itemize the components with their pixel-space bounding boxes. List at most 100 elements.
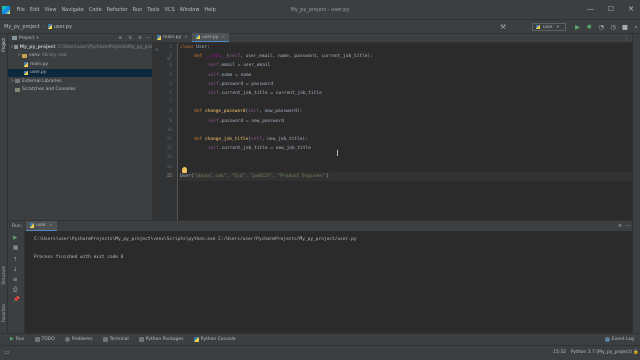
collapse-all-icon[interactable]: ⇅ (128, 36, 132, 41)
packages-icon (138, 337, 144, 342)
python-file-icon (24, 70, 28, 75)
line-number: 12 (166, 146, 172, 152)
bottom-tool-bar: ▶ Run TODO Problems Terminal Python Packa… (0, 333, 640, 345)
line-number: 9 (169, 118, 172, 124)
tree-item-external-libraries[interactable]: > External Libraries (8, 77, 152, 86)
profile-icon[interactable]: ◷ (610, 22, 616, 32)
menu-window[interactable]: Window (177, 7, 202, 13)
line-number: 10 (166, 127, 172, 133)
fold-icon[interactable]: ⊟ (167, 56, 170, 61)
python-file-icon (157, 35, 161, 40)
line-number: 5 (169, 81, 172, 87)
tool-python-console[interactable]: Python Console (193, 337, 236, 342)
python-file-icon (24, 62, 28, 67)
line-number: 7 (169, 100, 172, 106)
gear-icon[interactable]: ⚙ (138, 36, 142, 41)
project-panel-title[interactable]: Project (19, 36, 34, 41)
debug-icon[interactable]: ✹ (587, 22, 592, 32)
tool-event-log[interactable]: Event Log (604, 337, 634, 342)
menu-file[interactable]: File (14, 7, 27, 13)
run-icon[interactable]: ▶ (575, 22, 580, 32)
console-line: C:\Users\user\PycharmProjects\My_py_proj… (34, 237, 357, 242)
menu-edit[interactable]: Edit (27, 7, 42, 13)
close-tab-icon[interactable]: × (49, 223, 53, 228)
stop-icon[interactable]: ■ (622, 22, 628, 32)
tool-python-packages[interactable]: Python Packages (138, 337, 184, 342)
python-file-icon (195, 34, 200, 40)
scroll-up-icon[interactable]: ↑ (13, 257, 18, 263)
editor-tab-user-py[interactable]: user.py × (191, 33, 230, 42)
code-line-5: self.password = password (208, 81, 274, 87)
hide-icon[interactable]: — (146, 36, 151, 41)
cursor-position[interactable]: 15:32 (553, 350, 566, 355)
line-number: 8 (169, 109, 172, 115)
folder-icon (22, 53, 27, 58)
lock-icon[interactable]: 🔒 (633, 350, 639, 355)
menu-view[interactable]: View (42, 7, 59, 13)
run-tab-user[interactable]: user × (26, 221, 57, 231)
chevron-down-icon[interactable]: ▾ (36, 36, 38, 41)
rerun-icon[interactable]: ▶ (13, 235, 17, 241)
locate-icon[interactable]: ⊕ (118, 36, 122, 41)
hide-icon[interactable]: — (626, 224, 631, 229)
editor-gutter: 1 2 3 4 5 6 7 8 9 10 11 12 13 14 15 ⊟ ⊟ (153, 43, 178, 220)
editor-tab-main-py[interactable]: main.py × (153, 33, 192, 42)
breadcrumb-project[interactable]: My_py_project (4, 24, 40, 30)
tree-item-scratches[interactable]: Scratches and Consoles (8, 86, 152, 95)
build-hammer-icon[interactable]: ⚒ (500, 22, 506, 32)
fold-icon[interactable]: ⊟ (155, 47, 158, 52)
tree-item-project-root[interactable]: v My_py_project C:\Users\user\PycharmPro… (8, 43, 152, 52)
close-icon[interactable]: ✕ (628, 5, 634, 13)
line-number: 14 (166, 164, 172, 170)
tree-item-user-py[interactable]: user.py (8, 68, 152, 77)
menu-code[interactable]: Code (86, 7, 104, 13)
run-console[interactable]: C:\Users\user\PycharmProjects\My_py_proj… (26, 231, 632, 333)
line-number-current: 15 (166, 173, 172, 179)
tree-item-main-py[interactable]: main.py (8, 60, 152, 69)
menu-vcs[interactable]: VCS (162, 7, 177, 13)
problems-icon (64, 337, 70, 342)
gear-icon[interactable]: ⚙ (618, 224, 622, 229)
run-configuration-select[interactable]: user ▾ (531, 23, 566, 31)
tool-todo[interactable]: TODO (34, 337, 55, 342)
stop-icon[interactable]: ■ (13, 245, 18, 251)
menu-help[interactable]: Help (202, 7, 218, 13)
structure-tool-tab[interactable]: Structure (1, 266, 6, 285)
scratches-icon (15, 87, 20, 92)
code-line-2: def __init__(self, user_email, name, pas… (194, 54, 373, 60)
interpreter-status[interactable]: Python 3.7 (My_py_project) (571, 350, 632, 355)
project-tool-tab[interactable]: Project (1, 38, 6, 52)
tree-item-label: Scratches and Consoles (22, 87, 76, 93)
favorites-tool-tab[interactable]: Favorites (1, 304, 6, 322)
navigation-bar: My_py_project › user.py ⚒ user ▾ ▶ ✹ ◔ ◷… (0, 20, 640, 34)
code-editor[interactable]: class User: def __init__(self, user_emai… (179, 43, 632, 220)
run-toolbar: ▶ ■ ↑ ↓ ≡ ⎙ 📌 (8, 231, 25, 333)
tool-problems[interactable]: Problems (64, 337, 93, 342)
minimize-icon[interactable]: — (587, 5, 594, 13)
soft-wrap-icon[interactable]: ≡ (13, 277, 18, 283)
close-tab-icon[interactable]: × (184, 35, 188, 40)
tree-item-venv[interactable]: > venv library root (8, 52, 152, 61)
breadcrumb-file[interactable]: user.py (54, 24, 72, 30)
line-number: 3 (169, 63, 172, 69)
tree-item-path: library root (41, 53, 67, 59)
tool-terminal[interactable]: Terminal (102, 337, 129, 342)
menu-navigate[interactable]: Navigate (59, 7, 86, 13)
lightbulb-icon[interactable] (182, 167, 187, 173)
line-number: 1 (169, 45, 172, 50)
pin-icon[interactable]: 📌 (13, 297, 20, 303)
tree-item-label: My_py_project (19, 44, 56, 50)
search-icon[interactable]: ⌕ (634, 22, 638, 32)
tool-windows-toggle-icon[interactable]: ▭ (4, 349, 10, 356)
tool-run[interactable]: ▶ Run (10, 337, 25, 343)
coverage-icon[interactable]: ◔ (598, 22, 604, 32)
menu-refactor[interactable]: Refactor (104, 7, 130, 13)
more-tabs-icon[interactable]: ⋮ (624, 36, 629, 42)
print-icon[interactable]: ⎙ (13, 287, 17, 294)
menu-tools[interactable]: Tools (145, 7, 162, 13)
maximize-icon[interactable]: ☐ (608, 5, 614, 13)
menu-run[interactable]: Run (130, 7, 145, 13)
scroll-down-icon[interactable]: ↓ (13, 267, 18, 273)
code-line-12: self.current_job_title = new_job_title (208, 146, 311, 152)
close-tab-icon[interactable]: × (221, 35, 225, 40)
